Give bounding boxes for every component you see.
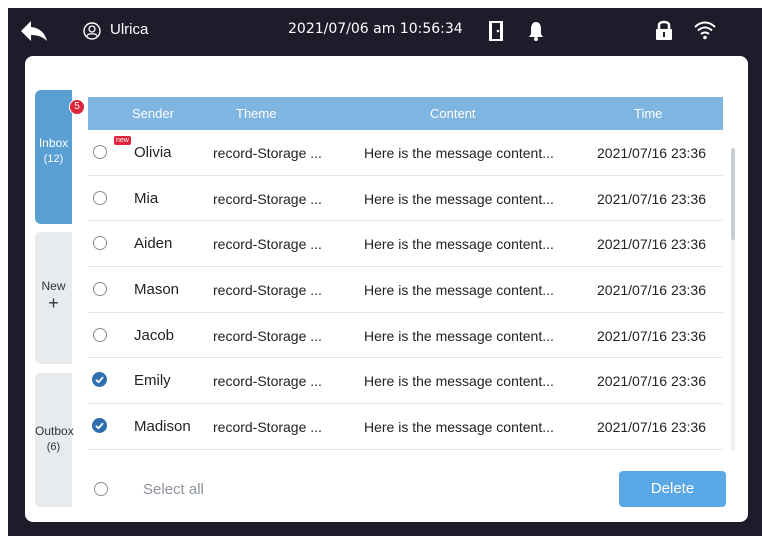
row-sender: Mason: [134, 281, 180, 299]
back-arrow-icon[interactable]: [20, 20, 48, 42]
bell-icon[interactable]: [527, 20, 545, 42]
table-row[interactable]: new Olivia record-Storage ... Here is the m…: [88, 130, 723, 176]
door-icon[interactable]: [487, 20, 505, 42]
row-sender: Jacob: [134, 326, 175, 344]
scrollbar[interactable]: [731, 148, 735, 451]
select-all-radio[interactable]: [94, 482, 108, 496]
row-content: Here is the message content...: [364, 327, 554, 344]
user-icon: [83, 22, 101, 40]
tab-outbox-count: (6): [46, 441, 61, 453]
row-sender: Olivia: [134, 144, 172, 161]
scrollbar-thumb[interactable]: [731, 148, 735, 240]
row-content: Here is the message content...: [364, 190, 554, 207]
row-sender: Emily: [134, 372, 171, 390]
row-time: 2021/07/16 23:36: [597, 145, 706, 161]
row-radio[interactable]: [93, 282, 107, 297]
message-panel: Inbox (12) 5 New + Outbox (6) Sender The…: [25, 56, 748, 522]
row-theme: record-Storage ...: [213, 327, 322, 344]
select-all-label[interactable]: Select all: [143, 481, 204, 498]
header-time: Time: [634, 106, 663, 121]
row-theme: record-Storage ...: [213, 373, 322, 390]
tab-new-label: New: [41, 279, 66, 293]
tab-inbox[interactable]: Inbox (12): [35, 90, 72, 224]
tab-new[interactable]: New +: [35, 232, 72, 364]
row-time: 2021/07/16 23:36: [597, 327, 706, 344]
header-content: Content: [430, 106, 476, 121]
row-content: Here is the message content...: [364, 145, 554, 161]
row-content: Here is the message content...: [364, 373, 554, 390]
row-radio[interactable]: [93, 145, 107, 159]
row-content: Here is the message content...: [364, 236, 554, 253]
wifi-icon: [694, 21, 716, 40]
row-theme: record-Storage ...: [213, 145, 322, 161]
tab-inbox-count: (12): [43, 153, 64, 165]
new-tag: new: [114, 136, 131, 145]
row-time: 2021/07/16 23:36: [597, 419, 706, 436]
lock-icon[interactable]: [655, 19, 673, 41]
row-sender: Madison: [134, 418, 191, 436]
table-row[interactable]: Mason record-Storage ... Here is the messa…: [88, 267, 723, 313]
checkbox-checked-icon[interactable]: [92, 372, 107, 388]
row-time: 2021/07/16 23:36: [597, 190, 706, 207]
row-radio[interactable]: [93, 190, 107, 205]
row-time: 2021/07/16 23:36: [597, 282, 706, 299]
table-row[interactable]: Jacob record-Storage ... Here is the messa…: [88, 313, 723, 359]
table-row[interactable]: Madison record-Storage ... Here is the mes…: [88, 404, 723, 450]
row-theme: record-Storage ...: [213, 282, 322, 299]
datetime: 2021/07/06 am 10:56:34: [288, 21, 463, 37]
delete-button[interactable]: Delete: [619, 471, 726, 507]
device-frame: Ulrica 2021/07/06 am 10:56:34 Inbox (12): [8, 8, 762, 536]
table-header: Sender Theme Content Time: [88, 97, 723, 130]
message-list: new Olivia record-Storage ... Here is the m…: [88, 130, 723, 450]
unread-badge: 5: [69, 99, 85, 115]
user-name: Ulrica: [110, 21, 149, 38]
tab-outbox-label: Outbox: [35, 424, 74, 438]
table-row[interactable]: Aiden record-Storage ... Here is the messa…: [88, 221, 723, 268]
checkbox-checked-icon[interactable]: [92, 418, 107, 434]
row-radio[interactable]: [93, 236, 107, 251]
row-content: Here is the message content...: [364, 282, 554, 299]
status-bar: Ulrica 2021/07/06 am 10:56:34: [8, 8, 762, 54]
row-time: 2021/07/16 23:36: [597, 236, 706, 253]
row-theme: record-Storage ...: [213, 236, 322, 253]
row-time: 2021/07/16 23:36: [597, 373, 706, 390]
row-theme: record-Storage ...: [213, 419, 322, 436]
plus-icon: +: [48, 293, 59, 313]
header-theme: Theme: [236, 106, 277, 121]
table-row[interactable]: Emily record-Storage ... Here is the messa…: [88, 358, 723, 405]
row-sender: Mia: [134, 189, 159, 207]
header-sender: Sender: [132, 106, 174, 121]
row-theme: record-Storage ...: [213, 190, 322, 207]
tab-outbox[interactable]: Outbox (6): [35, 373, 74, 507]
row-content: Here is the message content...: [364, 419, 554, 436]
row-radio[interactable]: [93, 327, 107, 342]
row-sender: Aiden: [134, 235, 173, 253]
tab-inbox-label: Inbox: [38, 136, 69, 150]
table-row[interactable]: Mia record-Storage ... Here is the message…: [88, 176, 723, 222]
